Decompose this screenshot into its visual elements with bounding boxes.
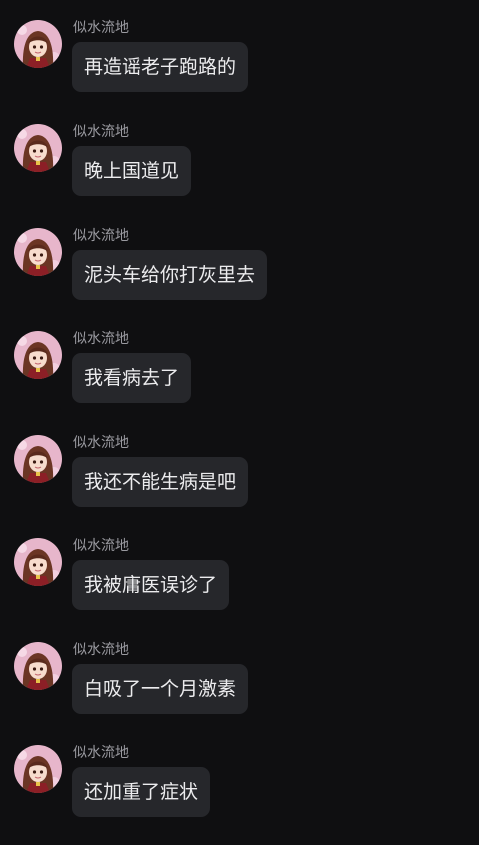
sender-name: 似水流地: [73, 745, 129, 761]
avatar[interactable]: [14, 745, 62, 793]
avatar[interactable]: [14, 20, 62, 68]
avatar-image: [14, 124, 62, 172]
message-bubble[interactable]: 我还不能生病是吧: [72, 457, 249, 507]
avatar[interactable]: [14, 538, 62, 586]
sender-name: 似水流地: [73, 435, 129, 451]
sender-name: 似水流地: [73, 20, 129, 36]
avatar[interactable]: [14, 331, 62, 379]
avatar-image: [14, 745, 62, 793]
message-item: 似水流地 我看病去了: [0, 331, 479, 431]
avatar[interactable]: [14, 642, 62, 690]
sender-name: 似水流地: [73, 538, 129, 554]
avatar-image: [14, 538, 62, 586]
message-bubble[interactable]: 还加重了症状: [72, 767, 211, 817]
message-bubble[interactable]: 我被庸医误诊了: [72, 560, 230, 610]
message-item: 似水流地 我被庸医误诊了: [0, 538, 479, 638]
avatar-image: [14, 228, 62, 276]
message-bubble[interactable]: 晚上国道见: [72, 146, 192, 196]
sender-name: 似水流地: [73, 124, 129, 140]
sender-name: 似水流地: [73, 642, 129, 658]
message-item: 似水流地 泥头车给你打灰里去: [0, 228, 479, 328]
avatar-image: [14, 331, 62, 379]
message-bubble[interactable]: 我看病去了: [72, 353, 192, 403]
message-bubble[interactable]: 再造谣老子跑路的: [72, 42, 249, 92]
avatar-image: [14, 435, 62, 483]
sender-name: 似水流地: [73, 228, 129, 244]
message-bubble[interactable]: 白吸了一个月激素: [72, 664, 249, 714]
avatar[interactable]: [14, 124, 62, 172]
sender-name: 似水流地: [73, 331, 129, 347]
message-item: 似水流地 再造谣老子跑路的: [0, 20, 479, 120]
message-bubble[interactable]: 泥头车给你打灰里去: [72, 250, 268, 300]
avatar-image: [14, 20, 62, 68]
avatar[interactable]: [14, 228, 62, 276]
message-item: 似水流地 还加重了症状: [0, 745, 479, 845]
avatar[interactable]: [14, 435, 62, 483]
message-item: 似水流地 晚上国道见: [0, 124, 479, 224]
message-item: 似水流地 白吸了一个月激素: [0, 642, 479, 742]
avatar-image: [14, 642, 62, 690]
chat-message-list[interactable]: 似水流地 再造谣老子跑路的 似水流地 晚上国道见 似水流地 泥头车给你打灰里去 …: [0, 0, 479, 838]
message-item: 似水流地 我还不能生病是吧: [0, 435, 479, 535]
